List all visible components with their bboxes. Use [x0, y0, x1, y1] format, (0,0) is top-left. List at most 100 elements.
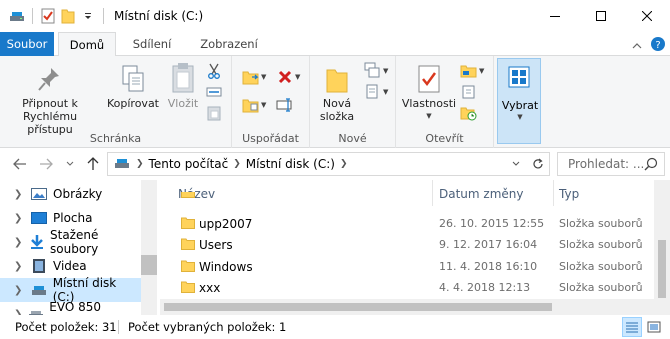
navigation-pane-scrollbar[interactable] [141, 180, 157, 315]
navigation-pane: ❯ Obrázky ❯ Plocha ❯ Stažené soubory ❯ V… [0, 180, 157, 315]
copy-path-icon[interactable] [205, 83, 223, 101]
sidebar-item-pictures[interactable]: ❯ Obrázky [0, 182, 141, 206]
vertical-scrollbar[interactable] [654, 180, 670, 315]
copy-button[interactable]: Kopírovat [104, 60, 162, 110]
table-row[interactable]: upp2007 26. 10. 2015 12:55 Složka soubor… [160, 213, 654, 235]
breadcrumb-this-pc[interactable]: Tento počítač [149, 157, 229, 171]
breadcrumb-separator-icon[interactable]: ❯ [233, 159, 241, 169]
easy-access-icon[interactable] [364, 83, 382, 101]
new-folder-label-line2: složka [319, 110, 355, 123]
large-icons-view-button[interactable] [644, 317, 664, 337]
properties-dropdown-icon[interactable]: ▼ [426, 110, 431, 123]
maximize-button[interactable] [578, 0, 624, 32]
details-view-button[interactable] [622, 317, 642, 337]
new-folder-button[interactable]: Nová složka [316, 60, 358, 123]
move-to-dropdown-icon[interactable]: ▼ [261, 73, 266, 81]
recent-locations-icon[interactable] [62, 156, 78, 172]
cut-icon[interactable] [205, 62, 223, 80]
properties-button[interactable]: Vlastnosti ▼ [400, 60, 458, 123]
breadcrumb-separator-icon[interactable]: ❯ [340, 159, 348, 169]
up-button[interactable] [85, 156, 101, 172]
back-button[interactable] [12, 156, 28, 172]
search-icon [644, 157, 658, 174]
table-row[interactable]: Users 9. 12. 2017 16:04 Složka souborů [160, 234, 654, 256]
scrollbar-thumb[interactable] [658, 240, 666, 298]
collapse-ribbon-icon[interactable] [632, 39, 642, 53]
forward-button[interactable] [38, 156, 54, 172]
svg-text:?: ? [655, 40, 660, 51]
sidebar-item-downloads[interactable]: ❯ Stažené soubory [0, 228, 141, 256]
pin-quick-access-button[interactable]: Připnout k Rychlému přístupu [6, 60, 94, 136]
table-row[interactable] [160, 192, 654, 202]
paste-label: Vložit [167, 97, 199, 110]
file-name: Users [199, 238, 233, 252]
new-item-dropdown-icon[interactable]: ▼ [383, 67, 388, 75]
tab-file[interactable]: Soubor [0, 32, 54, 56]
breadcrumb-local-disk[interactable]: Místní disk (C:) [246, 157, 335, 171]
open-group: Vlastnosti ▼ ▼ Otevřít [396, 56, 494, 148]
history-icon[interactable] [460, 104, 478, 122]
minimize-button[interactable] [532, 0, 578, 32]
help-icon[interactable]: ? [650, 36, 666, 55]
address-bar[interactable]: ❯ Tento počítač ❯ Místní disk (C:) ❯ [107, 152, 550, 176]
drive-icon[interactable] [8, 5, 26, 27]
expand-chevron-icon[interactable]: ❯ [14, 261, 28, 272]
address-dropdown-icon[interactable] [505, 153, 527, 175]
open-icon[interactable] [460, 62, 478, 80]
file-type: Složka souborů [559, 238, 643, 251]
table-row[interactable]: xxx 4. 4. 2018 12:13 Složka souborů [160, 277, 654, 299]
tab-share[interactable]: Sdílení [121, 32, 183, 56]
ribbon-controls: ? [632, 36, 666, 55]
search-placeholder: Prohledat: ... [568, 157, 645, 171]
open-dropdown-icon[interactable]: ▼ [479, 67, 484, 75]
sidebar-item-evo-drive[interactable]: ❯ EVO 850 500GB ( [0, 300, 141, 315]
refresh-icon[interactable] [527, 153, 549, 175]
scrollbar-thumb[interactable] [164, 303, 552, 311]
scrollbar-thumb[interactable] [141, 255, 157, 275]
paste-icon [171, 60, 195, 94]
sidebar-item-desktop[interactable]: ❯ Plocha [0, 206, 141, 230]
delete-dropdown-icon[interactable]: ▼ [295, 73, 300, 81]
close-button[interactable] [624, 0, 670, 32]
move-to-icon[interactable] [242, 68, 260, 86]
expand-chevron-icon[interactable]: ❯ [14, 213, 28, 224]
tab-view[interactable]: Zobrazení [186, 32, 272, 56]
rename-icon[interactable] [276, 96, 294, 114]
paste-button[interactable]: Vložit [163, 60, 203, 110]
edit-icon[interactable] [460, 83, 478, 101]
file-name: upp2007 [199, 217, 253, 231]
properties-icon [417, 60, 441, 94]
copy-icon [121, 60, 145, 94]
easy-access-dropdown-icon[interactable]: ▼ [383, 88, 388, 96]
sidebar-item-videos[interactable]: ❯ Videa [0, 254, 141, 278]
details-view-icon [626, 322, 638, 333]
downloads-icon [29, 234, 45, 250]
organize-group-label: Uspořádat [242, 132, 299, 145]
sidebar-item-label: Obrázky [53, 187, 103, 201]
delete-icon[interactable] [276, 68, 294, 86]
copy-to-icon[interactable] [242, 96, 260, 114]
search-input[interactable]: Prohledat: ... [557, 152, 665, 176]
navigation-bar: ❯ Tento počítač ❯ Místní disk (C:) ❯ Pro… [0, 148, 670, 180]
select-button[interactable]: Vybrat ▼ [497, 58, 541, 144]
properties-label: Vlastnosti [401, 97, 457, 110]
expand-chevron-icon[interactable]: ❯ [14, 189, 28, 200]
properties-icon[interactable] [39, 5, 57, 27]
new-item-icon[interactable] [364, 62, 382, 80]
expand-chevron-icon[interactable]: ❯ [14, 285, 28, 296]
toolbar-divider [103, 8, 104, 24]
table-row[interactable]: Windows 11. 4. 2018 16:10 Složka souborů [160, 256, 654, 278]
breadcrumb-separator-icon[interactable]: ❯ [136, 159, 144, 169]
paste-shortcut-icon[interactable] [205, 104, 223, 122]
customize-toolbar-icon[interactable] [79, 5, 97, 27]
videos-icon [30, 258, 48, 274]
tab-home[interactable]: Domů [58, 32, 116, 57]
folder-icon [181, 281, 195, 296]
new-folder-icon[interactable] [59, 5, 77, 27]
file-type: Složka souborů [559, 217, 643, 230]
sidebar-item-local-disk[interactable]: ❯ Místní disk (C:) [0, 276, 141, 304]
horizontal-scrollbar[interactable] [160, 299, 654, 315]
expand-chevron-icon[interactable]: ❯ [14, 237, 27, 248]
copy-to-dropdown-icon[interactable]: ▼ [261, 101, 266, 109]
file-date: 11. 4. 2018 16:10 [439, 260, 538, 273]
